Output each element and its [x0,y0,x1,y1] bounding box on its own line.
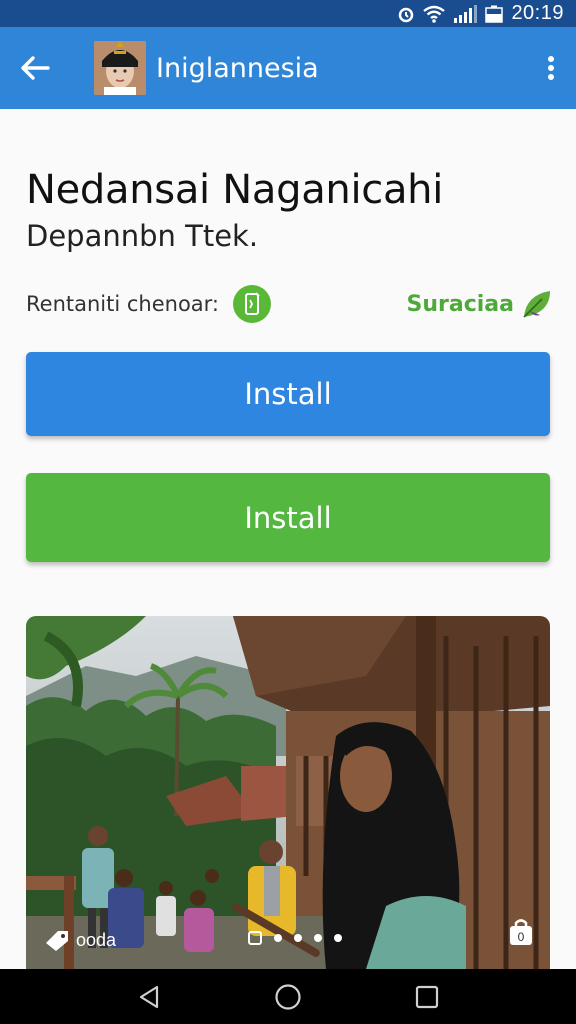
carousel-dot[interactable] [274,934,282,942]
nav-home-button[interactable] [268,977,308,1017]
page-subtitle: Depannbn Ttek. [26,219,259,253]
app-title: Iniglannesia [156,52,319,84]
main-content: Nedansai Naganicahi Depannbn Ttek. Renta… [0,109,576,969]
brand-link[interactable]: Suraciaa [407,287,554,321]
carousel-dot[interactable] [334,934,342,942]
svg-text:0: 0 [518,930,525,944]
carousel-indicators[interactable] [248,931,342,945]
wifi-icon [423,4,446,24]
nav-back-icon [140,985,159,1008]
nav-recents-icon [415,985,438,1008]
install-button-secondary[interactable]: Install [26,473,550,562]
status-bar: 20:19 [0,0,576,27]
system-nav-bar [0,969,576,1024]
back-button[interactable] [0,27,70,109]
nav-recents-button[interactable] [407,977,447,1017]
alarm-icon [397,4,415,24]
install-button-primary[interactable]: Install [26,352,550,436]
village-photo [26,616,550,969]
photo-caption-text: ooda [76,929,117,950]
photo-carousel[interactable]: ooda 0 [26,616,550,969]
info-row: Rentaniti chenoar: Suraciaa [26,281,554,327]
page-title: Nedansai Naganicahi [26,167,444,213]
leaf-icon [523,291,550,318]
status-time: 20:19 [511,2,564,24]
avatar[interactable] [94,41,146,95]
photo-caption: ooda [44,929,116,951]
signal-icon [453,4,478,24]
bag-icon[interactable]: 0 [508,918,534,951]
nav-home-icon [275,983,301,1010]
carousel-dot[interactable] [314,934,322,942]
app-bar: Iniglannesia [0,27,576,109]
more-vert-icon [548,56,554,80]
phone-icon[interactable] [233,285,272,323]
carousel-dot-active[interactable] [248,931,262,945]
back-arrow-icon [21,56,50,80]
nav-back-button[interactable] [129,977,169,1017]
carousel-dot[interactable] [294,934,302,942]
more-options-button[interactable] [526,27,576,109]
battery-icon [485,4,504,24]
brand-label: Suraciaa [406,291,514,317]
tag-icon [46,931,68,951]
info-label: Rentaniti chenoar: [26,292,220,316]
